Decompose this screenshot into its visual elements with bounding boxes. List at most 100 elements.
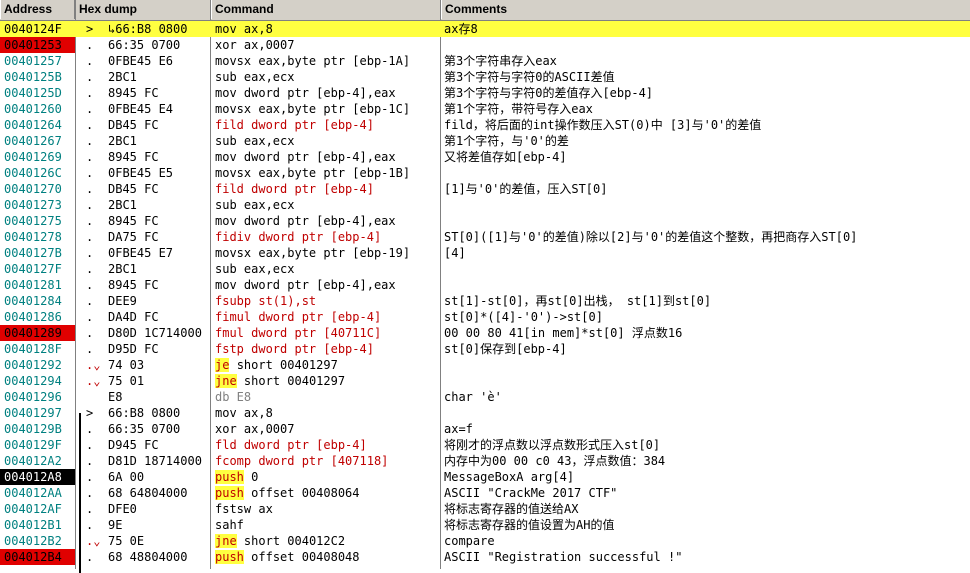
hex-dump-cell[interactable]: 0FBE45 E6 (108, 53, 209, 69)
address-cell[interactable]: 0040125B (0, 69, 75, 85)
address-cell[interactable]: 00401264 (0, 117, 75, 133)
hex-dump-cell[interactable]: E8 (108, 389, 209, 405)
address-cell[interactable]: 0040129B (0, 421, 75, 437)
comment-cell[interactable]: ST[0]([1]与'0'的差值)除以[2]与'0'的差值这个整数，再把商存入S… (443, 229, 970, 245)
command-cell[interactable]: mov dword ptr [ebp-4],eax (214, 213, 440, 229)
comment-cell[interactable]: ASCII "CrackMe 2017 CTF" (443, 485, 970, 501)
address-cell[interactable]: 00401267 (0, 133, 75, 149)
table-row[interactable]: 00401273. 2BC1 sub eax,ecx (0, 197, 970, 213)
hex-dump-cell[interactable]: 8945 FC (108, 85, 209, 101)
table-row[interactable]: 00401275. 8945 FC mov dword ptr [ebp-4],ea… (0, 213, 970, 229)
command-cell[interactable]: mov dword ptr [ebp-4],eax (214, 277, 440, 293)
comment-cell[interactable] (443, 213, 970, 229)
comment-cell[interactable] (443, 405, 970, 421)
address-cell[interactable]: 004012A2 (0, 453, 75, 469)
comment-cell[interactable]: 将刚才的浮点数以浮点数形式压入st[0] (443, 437, 970, 453)
comment-cell[interactable]: 将标志寄存器的值设置为AH的值 (443, 517, 970, 533)
hex-dump-cell[interactable]: DB45 FC (108, 181, 209, 197)
hex-dump-cell[interactable]: D945 FC (108, 437, 209, 453)
command-cell[interactable]: movsx eax,byte ptr [ebp-1B] (214, 165, 440, 181)
comment-cell[interactable]: [1]与'0'的差值，压入ST[0] (443, 181, 970, 197)
address-cell[interactable]: 00401253 (0, 37, 75, 53)
table-row[interactable]: 0040126C. 0FBE45 E5 movsx eax,byte ptr [eb… (0, 165, 970, 181)
command-cell[interactable]: xor ax,0007 (214, 37, 440, 53)
address-cell[interactable]: 00401278 (0, 229, 75, 245)
command-cell[interactable]: fstp dword ptr [ebp-4] (214, 341, 440, 357)
hex-dump-cell[interactable]: 66:35 0700 (108, 37, 209, 53)
hex-dump-cell[interactable]: DA4D FC (108, 309, 209, 325)
hex-dump-cell[interactable]: 2BC1 (108, 69, 209, 85)
comment-cell[interactable] (443, 165, 970, 181)
command-cell[interactable]: db E8 (214, 389, 440, 405)
table-row[interactable]: 00401270. DB45 FC fild dword ptr [ebp-4] [1… (0, 181, 970, 197)
table-row[interactable]: 00401289. D80D 1C714000 fmul dword ptr [40… (0, 325, 970, 341)
command-cell[interactable]: fmul dword ptr [40711C] (214, 325, 440, 341)
hex-dump-cell[interactable]: 2BC1 (108, 261, 209, 277)
table-row[interactable]: 00401292 .⌄ 74 03 je short 00401297 (0, 357, 970, 373)
address-cell[interactable]: 00401269 (0, 149, 75, 165)
comment-cell[interactable]: 内存中为00 00 c0 43，浮点数值：384 (443, 453, 970, 469)
address-cell[interactable]: 00401270 (0, 181, 75, 197)
comment-cell[interactable]: 第1个字符，与'0'的差 (443, 133, 970, 149)
table-row[interactable]: 0040127F. 2BC1 sub eax,ecx (0, 261, 970, 277)
table-row[interactable]: 004012A2. D81D 18714000 fcomp dword ptr [4… (0, 453, 970, 469)
command-cell[interactable]: mov dword ptr [ebp-4],eax (214, 85, 440, 101)
command-cell[interactable]: movsx eax,byte ptr [ebp-1A] (214, 53, 440, 69)
command-cell[interactable]: fild dword ptr [ebp-4] (214, 181, 440, 197)
hex-dump-cell[interactable]: 8945 FC (108, 277, 209, 293)
command-cell[interactable]: mov dword ptr [ebp-4],eax (214, 149, 440, 165)
table-row[interactable]: 004012B4. 68 48804000 push offset 00408048… (0, 549, 970, 565)
comment-cell[interactable]: 又将差值存如[ebp-4] (443, 149, 970, 165)
command-cell[interactable]: xor ax,0007 (214, 421, 440, 437)
address-cell[interactable]: 004012A8 (0, 469, 75, 485)
table-row[interactable]: 0040125D. 8945 FC mov dword ptr [ebp-4],ea… (0, 85, 970, 101)
comment-cell[interactable]: 第1个字符，带符号存入eax (443, 101, 970, 117)
comment-cell[interactable] (443, 277, 970, 293)
command-cell[interactable]: fstsw ax (214, 501, 440, 517)
hex-dump-cell[interactable]: 0FBE45 E5 (108, 165, 209, 181)
hex-dump-cell[interactable]: 0FBE45 E7 (108, 245, 209, 261)
command-cell[interactable]: fcomp dword ptr [407118] (214, 453, 440, 469)
command-cell[interactable]: push 0 (214, 469, 440, 485)
command-cell[interactable]: sub eax,ecx (214, 133, 440, 149)
comment-cell[interactable]: 第3个字符串存入eax (443, 53, 970, 69)
command-cell[interactable]: fld dword ptr [ebp-4] (214, 437, 440, 453)
hex-dump-cell[interactable]: 68 48804000 (108, 549, 209, 565)
address-cell[interactable]: 00401294 (0, 373, 75, 389)
address-cell[interactable]: 004012B2 (0, 533, 75, 549)
address-cell[interactable]: 004012B4 (0, 549, 75, 565)
address-cell[interactable]: 004012AA (0, 485, 75, 501)
command-cell[interactable]: push offset 00408048 (214, 549, 440, 565)
address-cell[interactable]: 00401292 (0, 357, 75, 373)
hex-dump-cell[interactable]: 66:B8 0800 (108, 405, 209, 421)
comment-cell[interactable]: st[0]保存到[ebp-4] (443, 341, 970, 357)
table-row[interactable]: 00401286. DA4D FC fimul dword ptr [ebp-4] s… (0, 309, 970, 325)
command-cell[interactable]: sahf (214, 517, 440, 533)
command-cell[interactable]: sub eax,ecx (214, 69, 440, 85)
hex-dump-cell[interactable]: 8945 FC (108, 213, 209, 229)
command-cell[interactable]: push offset 00408064 (214, 485, 440, 501)
comment-cell[interactable]: char 'è' (443, 389, 970, 405)
address-cell[interactable]: 00401297 (0, 405, 75, 421)
table-row[interactable]: 00401294 .⌄ 75 01 jne short 00401297 (0, 373, 970, 389)
hex-dump-cell[interactable]: DEE9 (108, 293, 209, 309)
address-cell[interactable]: 0040125D (0, 85, 75, 101)
address-cell[interactable]: 00401286 (0, 309, 75, 325)
table-row[interactable]: 00401253. 66:35 0700 xor ax,0007 (0, 37, 970, 53)
comment-cell[interactable]: [4] (443, 245, 970, 261)
command-cell[interactable]: mov ax,8 (214, 405, 440, 421)
hex-dump-cell[interactable]: DA75 FC (108, 229, 209, 245)
address-cell[interactable]: 0040129F (0, 437, 75, 453)
comment-cell[interactable]: 第3个字符与字符0的差值存入[ebp-4] (443, 85, 970, 101)
comment-cell[interactable]: ax=f (443, 421, 970, 437)
address-cell[interactable]: 00401260 (0, 101, 75, 117)
table-row[interactable]: 004012B1. 9E sahf 将标志寄存器的值设置为AH的值 (0, 517, 970, 533)
address-cell[interactable]: 0040127F (0, 261, 75, 277)
comment-cell[interactable]: 第3个字符与字符0的ASCII差值 (443, 69, 970, 85)
address-cell[interactable]: 00401275 (0, 213, 75, 229)
table-row[interactable]: 00401297 >66:B8 0800 mov ax,8 (0, 405, 970, 421)
command-cell[interactable]: movsx eax,byte ptr [ebp-1C] (214, 101, 440, 117)
comment-cell[interactable]: 00 00 80 41[in mem]*st[0] 浮点数16 (443, 325, 970, 341)
comment-cell[interactable]: ax存8 (443, 21, 970, 37)
comment-cell[interactable]: 将标志寄存器的值送给AX (443, 501, 970, 517)
